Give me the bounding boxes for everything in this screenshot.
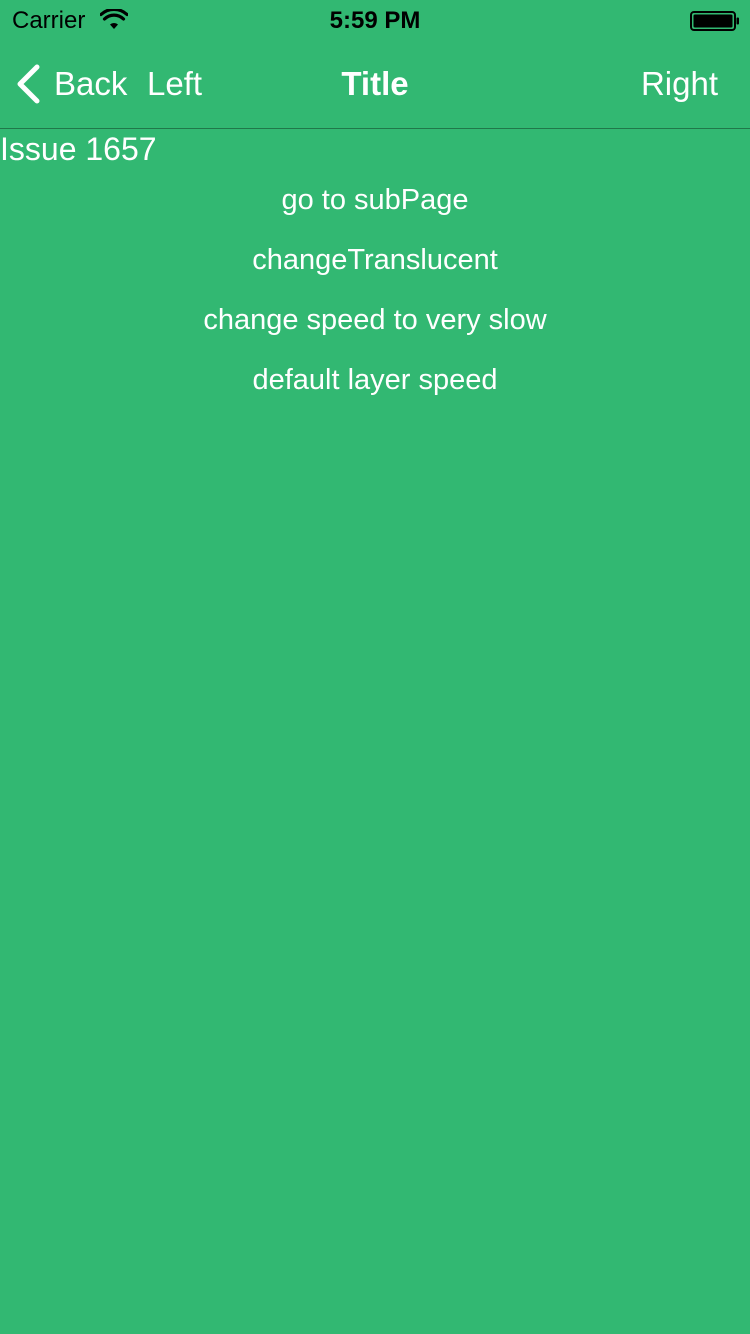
default-layer-speed-button[interactable]: default layer speed <box>0 350 750 410</box>
right-button[interactable]: Right <box>641 62 718 106</box>
status-time: 5:59 PM <box>329 7 421 34</box>
issue-label: Issue 1657 <box>0 131 157 167</box>
battery-icon <box>690 11 739 31</box>
status-bar: Carrier 5:59 PM <box>0 0 750 40</box>
app-screen: Carrier 5:59 PM Back Left Title Right Is… <box>0 0 750 1334</box>
change-speed-slow-button[interactable]: change speed to very slow <box>0 290 750 350</box>
page-title: Title <box>341 65 409 102</box>
action-list: go to subPage changeTranslucent change s… <box>0 170 750 410</box>
change-translucent-button[interactable]: changeTranslucent <box>0 230 750 290</box>
navigation-bar: Back Left Title Right <box>0 40 750 129</box>
go-to-subpage-button[interactable]: go to subPage <box>0 170 750 230</box>
